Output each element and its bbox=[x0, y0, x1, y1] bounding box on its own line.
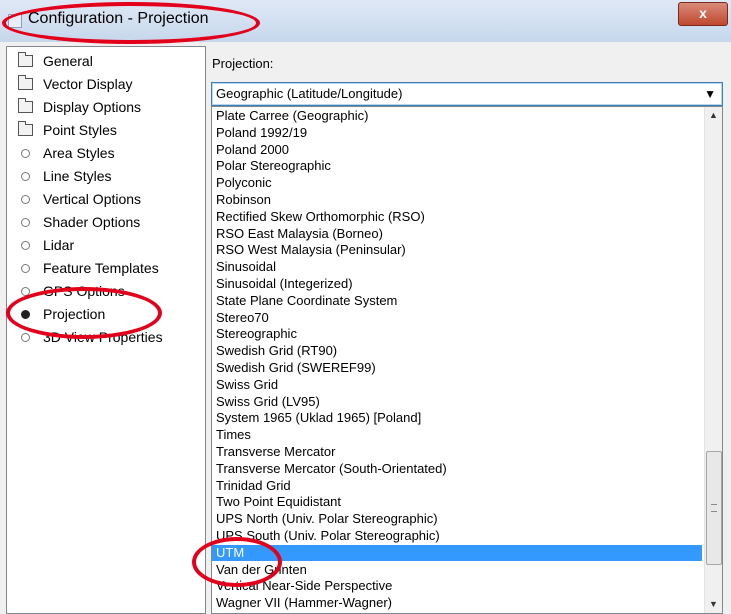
folder-icon bbox=[15, 52, 35, 67]
list-item[interactable]: Swedish Grid (RT90) bbox=[212, 343, 702, 359]
tree-item-label: Projection bbox=[43, 306, 106, 322]
close-button[interactable]: x bbox=[678, 2, 728, 26]
scroll-up-icon[interactable]: ▲ bbox=[705, 107, 722, 124]
list-item[interactable]: Wagner VII (Hammer-Wagner) bbox=[212, 595, 702, 611]
list-item[interactable]: Polar Stereographic bbox=[212, 158, 702, 174]
chevron-down-icon[interactable]: ▼ bbox=[704, 87, 716, 101]
list-item[interactable]: Transverse Mercator (South-Orientated) bbox=[212, 461, 702, 477]
title-bar: Configuration - Projection x bbox=[0, 0, 731, 43]
dialog-body: General Vector Display Display Options Poin… bbox=[0, 42, 731, 614]
tree-item-3d-view-properties[interactable]: 3D View Properties bbox=[7, 326, 203, 348]
list-item[interactable]: Swiss Grid bbox=[212, 377, 702, 393]
projection-option-list[interactable]: ▲ ▼ Plate Carree (Geographic) Poland 1992… bbox=[211, 106, 723, 614]
tree-item-point-styles[interactable]: Point Styles bbox=[7, 119, 203, 141]
list-item[interactable]: RSO West Malaysia (Peninsular) bbox=[212, 242, 702, 258]
list-item[interactable]: Two Point Equidistant bbox=[212, 494, 702, 510]
bullet-icon bbox=[15, 194, 35, 204]
tree-item-label: GPS Options bbox=[43, 283, 125, 299]
tree-item-lidar[interactable]: Lidar bbox=[7, 234, 203, 256]
list-item[interactable]: Times bbox=[212, 427, 702, 443]
tree-item-label: Feature Templates bbox=[43, 260, 159, 276]
tree-item-projection[interactable]: Projection bbox=[7, 303, 203, 325]
tree-item-line-styles[interactable]: Line Styles bbox=[7, 165, 203, 187]
list-item[interactable]: Sinusoidal (Integerized) bbox=[212, 276, 702, 292]
projection-dropdown[interactable]: Geographic (Latitude/Longitude) ▼ bbox=[211, 82, 723, 106]
tree-item-label: Display Options bbox=[43, 99, 142, 115]
list-item[interactable]: Polyconic bbox=[212, 175, 702, 191]
bullet-icon bbox=[15, 263, 35, 273]
tree-item-label: General bbox=[43, 53, 93, 69]
list-item[interactable]: Poland 2000 bbox=[212, 142, 702, 158]
grip-icon bbox=[711, 504, 717, 512]
tree-item-label: Shader Options bbox=[43, 214, 141, 230]
tree-item-label: Vector Display bbox=[43, 76, 133, 92]
app-icon bbox=[8, 14, 22, 28]
tree-item-general[interactable]: General bbox=[7, 50, 203, 72]
bullet-icon bbox=[15, 217, 35, 227]
tree-item-vertical-options[interactable]: Vertical Options bbox=[7, 188, 203, 210]
tree-item-label: Area Styles bbox=[43, 145, 115, 161]
list-item[interactable]: Plate Carree (Geographic) bbox=[212, 108, 702, 124]
list-item[interactable]: Swedish Grid (SWEREF99) bbox=[212, 360, 702, 376]
window-title: Configuration - Projection bbox=[28, 10, 209, 27]
tree-item-label: Lidar bbox=[43, 237, 75, 253]
tree-item-display-options[interactable]: Display Options bbox=[7, 96, 203, 118]
bullet-icon bbox=[15, 148, 35, 158]
list-item[interactable]: Rectified Skew Orthomorphic (RSO) bbox=[212, 209, 702, 225]
list-item[interactable]: Vertical Near-Side Perspective bbox=[212, 578, 702, 594]
category-tree: General Vector Display Display Options Poin… bbox=[6, 46, 206, 614]
tree-item-vector-display[interactable]: Vector Display bbox=[7, 73, 203, 95]
list-item[interactable]: Trinidad Grid bbox=[212, 478, 702, 494]
list-item[interactable]: RSO East Malaysia (Borneo) bbox=[212, 226, 702, 242]
list-item[interactable]: State Plane Coordinate System bbox=[212, 293, 702, 309]
tree-item-feature-templates[interactable]: Feature Templates bbox=[7, 257, 203, 279]
bullet-icon bbox=[15, 171, 35, 181]
tree-item-label: Point Styles bbox=[43, 122, 117, 138]
scroll-down-icon[interactable]: ▼ bbox=[705, 596, 722, 613]
list-item[interactable]: System 1965 (Uklad 1965) [Poland] bbox=[212, 410, 702, 426]
list-item[interactable]: Transverse Mercator bbox=[212, 444, 702, 460]
list-item[interactable]: Van der Grinten bbox=[212, 562, 702, 578]
scrollbar-thumb[interactable] bbox=[706, 451, 722, 565]
selected-bullet-icon bbox=[15, 309, 35, 319]
vertical-scrollbar[interactable]: ▲ ▼ bbox=[704, 107, 722, 613]
list-item[interactable]: Poland 1992/19 bbox=[212, 125, 702, 141]
list-item[interactable]: Sinusoidal bbox=[212, 259, 702, 275]
tree-item-label: Line Styles bbox=[43, 168, 112, 184]
list-item[interactable]: Robinson bbox=[212, 192, 702, 208]
tree-item-gps-options[interactable]: GPS Options bbox=[7, 280, 203, 302]
bullet-icon bbox=[15, 332, 35, 342]
folder-icon bbox=[15, 75, 35, 90]
list-item[interactable]: UPS South (Univ. Polar Stereographic) bbox=[212, 528, 702, 544]
list-item[interactable]: UTM bbox=[212, 544, 702, 561]
folder-icon bbox=[15, 98, 35, 113]
bullet-icon bbox=[15, 240, 35, 250]
tree-item-area-styles[interactable]: Area Styles bbox=[7, 142, 203, 164]
list-item[interactable]: Swiss Grid (LV95) bbox=[212, 394, 702, 410]
list-item[interactable]: Stereographic bbox=[212, 326, 702, 342]
bullet-icon bbox=[15, 286, 35, 296]
projection-label: Projection: bbox=[212, 56, 274, 71]
folder-icon bbox=[15, 121, 35, 136]
projection-selected-value: Geographic (Latitude/Longitude) bbox=[216, 86, 403, 101]
list-item[interactable]: Stereo70 bbox=[212, 310, 702, 326]
list-item[interactable]: UPS North (Univ. Polar Stereographic) bbox=[212, 511, 702, 527]
tree-item-label: Vertical Options bbox=[43, 191, 142, 207]
tree-item-shader-options[interactable]: Shader Options bbox=[7, 211, 203, 233]
tree-item-label: 3D View Properties bbox=[43, 329, 163, 345]
